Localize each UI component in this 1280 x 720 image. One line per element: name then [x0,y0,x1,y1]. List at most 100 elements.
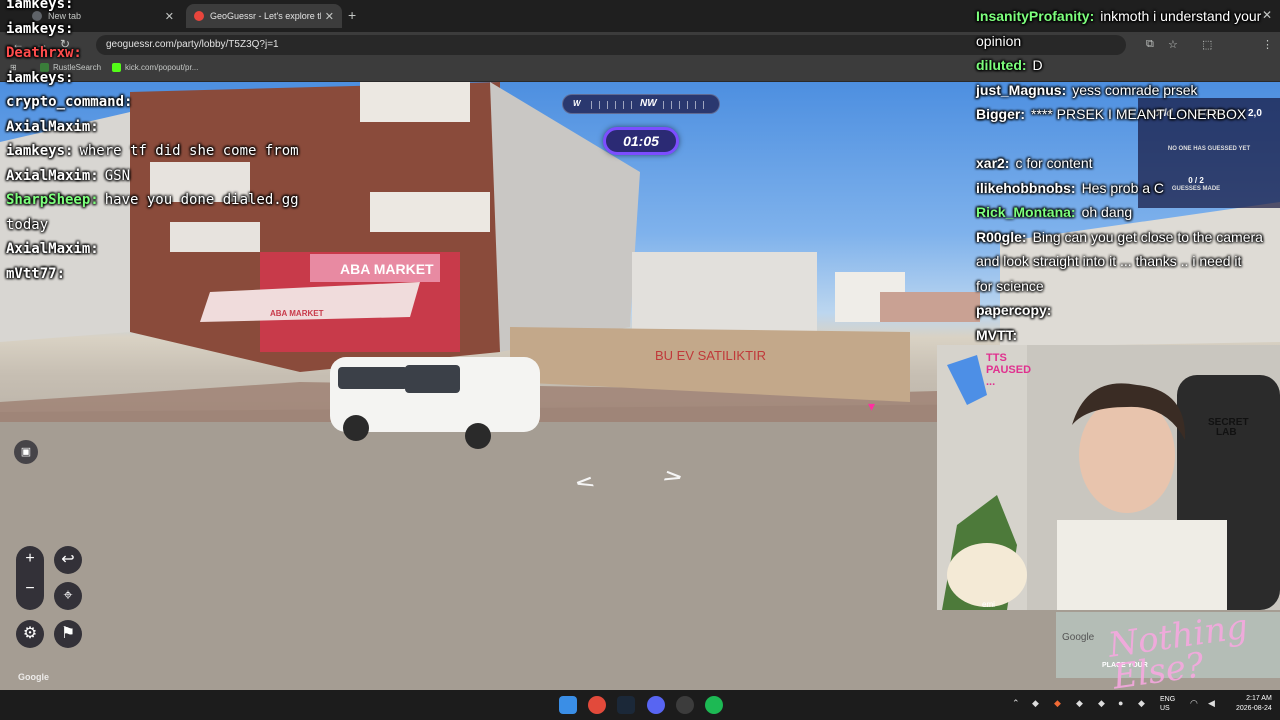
tray-app-icon[interactable]: ◆ [1076,698,1083,709]
discord-taskbar-icon[interactable] [647,696,665,714]
balcony [360,82,470,122]
return-to-start-button[interactable]: ⌖ [54,582,82,610]
chat-text: opinion [976,32,1022,49]
obs-taskbar-icon[interactable] [676,696,694,714]
chat-text: inkmoth i understand your [1100,8,1262,24]
chair-brand: SECRET LAB [1208,418,1249,438]
chat-username[interactable]: iamkeys: [6,70,73,86]
tts-state: PAUSED [986,364,1032,376]
chat-message: today [6,217,48,233]
chat-message: iamkeys: where tf did she come from [6,143,299,159]
chat-text: where tf did she come from [79,143,299,159]
chat-text: yess comrade prsek [1072,81,1198,98]
settings-button[interactable]: ⚙ [16,620,44,648]
flag-button[interactable]: ⚑ [54,620,82,648]
chat-message: iamkeys: [6,21,73,37]
undo-move-button[interactable]: ↩ [54,546,82,574]
mascot-face [947,543,1027,607]
tts-ellipsis: ... [986,376,996,388]
chat-text: D [1032,57,1043,73]
awning-text: ABA MARKET [270,309,324,318]
chat-text: GSN [104,167,131,184]
tray-app-icon[interactable]: ◆ [1098,698,1105,709]
van-wheel [465,423,491,449]
tray-brave-icon[interactable]: ◆ [1054,698,1061,709]
spotify-taskbar-icon[interactable] [705,696,723,714]
tts-label: TTS [986,352,1007,364]
chat-text: Hes prob a C [1081,179,1165,196]
region-code: US [1160,705,1170,712]
chat-message: ilikehobbnobs: Hes prob a C [976,180,1164,196]
chat-username[interactable]: SharpSheep: [6,192,99,208]
zoom-out-button[interactable]: − [16,580,44,598]
chat-username[interactable]: mVtt77: [6,266,65,282]
chat-username[interactable]: just_Magnus: [976,82,1066,98]
compass: W NW [562,94,720,114]
chat-message: MVTT: [976,327,1017,343]
chat-username[interactable]: Deathrxw: [6,45,82,61]
chat-username[interactable]: AxialMaxim: [6,119,99,135]
chat-username[interactable]: AxialMaxim: [6,241,99,257]
tray-app-icon[interactable]: ◆ [1032,698,1039,709]
chat-username[interactable]: diluted: [976,57,1027,73]
chat-username[interactable]: Rick_Montana: [976,204,1076,220]
van-window [338,367,408,389]
mouse-cursor-icon: ▾ [868,398,876,414]
chat-username[interactable]: xar2: [976,155,1009,171]
minimap-google-logo: Google [1062,632,1095,643]
distant-building [880,292,980,322]
chat-username[interactable]: iamkeys: [6,21,73,37]
chat-username[interactable]: papercopy: [976,302,1051,318]
chat-username[interactable]: iamkeys: [6,0,73,12]
chat-message: AxialMaxim: [6,241,99,257]
input-language[interactable]: ENG US [1160,695,1175,713]
chat-text: have you done dialed.gg [104,192,299,208]
chat-username[interactable]: R00gle: [976,229,1027,245]
chat-username[interactable]: Bigger: [976,106,1025,122]
chat-message: SharpSheep: have you done dialed.gg [6,192,299,208]
chat-username[interactable]: ilikehobbnobs: [976,180,1076,196]
volume-icon[interactable]: ◀ [1208,698,1215,709]
chat-message: iamkeys: [6,0,73,12]
steam-taskbar-icon[interactable] [617,696,635,714]
chat-overlay-right: InsanityProfanity: inkmoth i understand y… [976,0,1280,345]
chat-text: today [6,216,49,233]
compass-northwest: NW [640,98,657,109]
balcony [370,192,490,232]
chair-brand-line: LAB [1216,427,1237,438]
zoom-in-button[interactable]: + [16,550,44,568]
chat-username[interactable]: MVTT: [976,327,1017,343]
chat-text: c for content [1015,155,1093,171]
distant-building [632,252,817,332]
close-tab-icon[interactable]: ✕ [325,10,334,23]
windows-taskbar: ⌃ ◆ ◆ ◆ ◆ ● ◆ ENG US ◠ ◀ 2:17 AM 2026-08… [0,690,1280,720]
photo-icon[interactable]: ▣ [14,440,38,464]
chrome-taskbar-icon[interactable] [588,696,606,714]
chat-message: and look straight into it ... thanks .. … [976,253,1241,269]
chat-text: oh dang [1081,204,1133,220]
chat-message: Bigger: **** PRSEK I MEANT LONERBOX [976,106,1246,122]
market-sign-text: ABA MARKET [340,261,434,277]
tray-expand-icon[interactable]: ⌃ [1012,698,1020,709]
van-window [405,365,460,393]
windows-start-icon[interactable] [559,696,577,714]
wifi-icon[interactable]: ◠ [1190,698,1198,709]
chat-username[interactable]: crypto_command: [6,94,132,110]
language-code: ENG [1160,696,1176,703]
streamer-shirt [1057,520,1227,610]
system-clock[interactable]: 2:17 AM 2026-08-24 [1236,694,1272,714]
chat-username[interactable]: iamkeys: [6,143,73,159]
tray-app-icon[interactable]: ◆ [1138,698,1145,709]
chat-message: crypto_command: [6,94,132,110]
chat-message: for science [976,278,1044,294]
screen: New tab ✕ GeoGuessr - Let's explore the … [0,0,1280,720]
new-tab-button[interactable]: + [348,7,356,23]
chat-message: R00gle: Bing can you get close to the cam… [976,229,1263,245]
chat-text: for science [976,277,1044,294]
tray-mic-icon[interactable]: ● [1118,698,1123,708]
chat-message: Rick_Montana: oh dang [976,204,1132,220]
chat-username[interactable]: InsanityProfanity: [976,8,1094,24]
chat-username[interactable]: AxialMaxim: [6,168,99,184]
compass-west: W [573,99,581,108]
chat-text: Bing can you get close to the camera [1032,228,1263,245]
